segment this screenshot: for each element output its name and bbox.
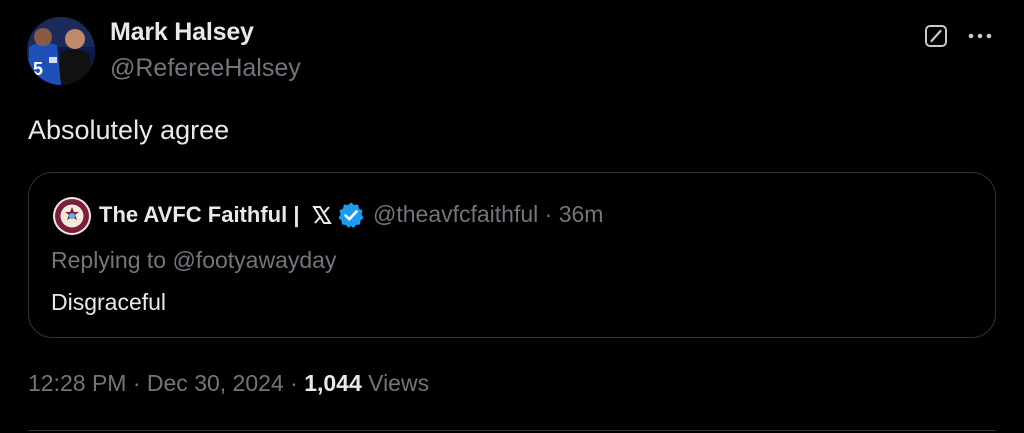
author-handle[interactable]: @RefereeHalsey: [110, 54, 301, 83]
views-label: Views: [361, 370, 430, 396]
quoted-tweet[interactable]: The AVFC Faithful | @theavfcfaithful · 3…: [28, 172, 996, 338]
quoted-tweet-text: Disgraceful: [51, 289, 167, 315]
more-options-icon[interactable]: [966, 24, 994, 48]
tweet-text: Absolutely agree: [28, 115, 230, 145]
tweet-metadata: 12:28 PM · Dec 30, 2024 · 1,044 Views: [28, 370, 429, 397]
tweet: 5 Mark Halsey @RefereeHalsey Absolutely …: [0, 0, 1024, 433]
tweet-time[interactable]: 12:28 PM: [28, 370, 126, 396]
author-display-name[interactable]: Mark Halsey: [110, 18, 254, 47]
grok-icon[interactable]: [924, 24, 948, 48]
separator: ·: [126, 370, 147, 396]
quoted-author-avatar[interactable]: [53, 197, 91, 235]
verified-badge-icon: [337, 201, 365, 229]
svg-text:5: 5: [33, 59, 43, 79]
views-count: 1,044: [304, 370, 362, 396]
replying-to-label[interactable]: Replying to @footyawayday: [51, 247, 336, 274]
author-avatar[interactable]: 5: [27, 17, 95, 85]
quoted-author-display-name[interactable]: The AVFC Faithful |: [99, 202, 299, 228]
quoted-handle-time[interactable]: @theavfcfaithful · 36m: [373, 201, 603, 228]
divider: [28, 430, 996, 431]
tweet-date[interactable]: Dec 30, 2024: [147, 370, 284, 396]
x-logo-icon: [312, 205, 332, 225]
separator: ·: [283, 370, 305, 396]
